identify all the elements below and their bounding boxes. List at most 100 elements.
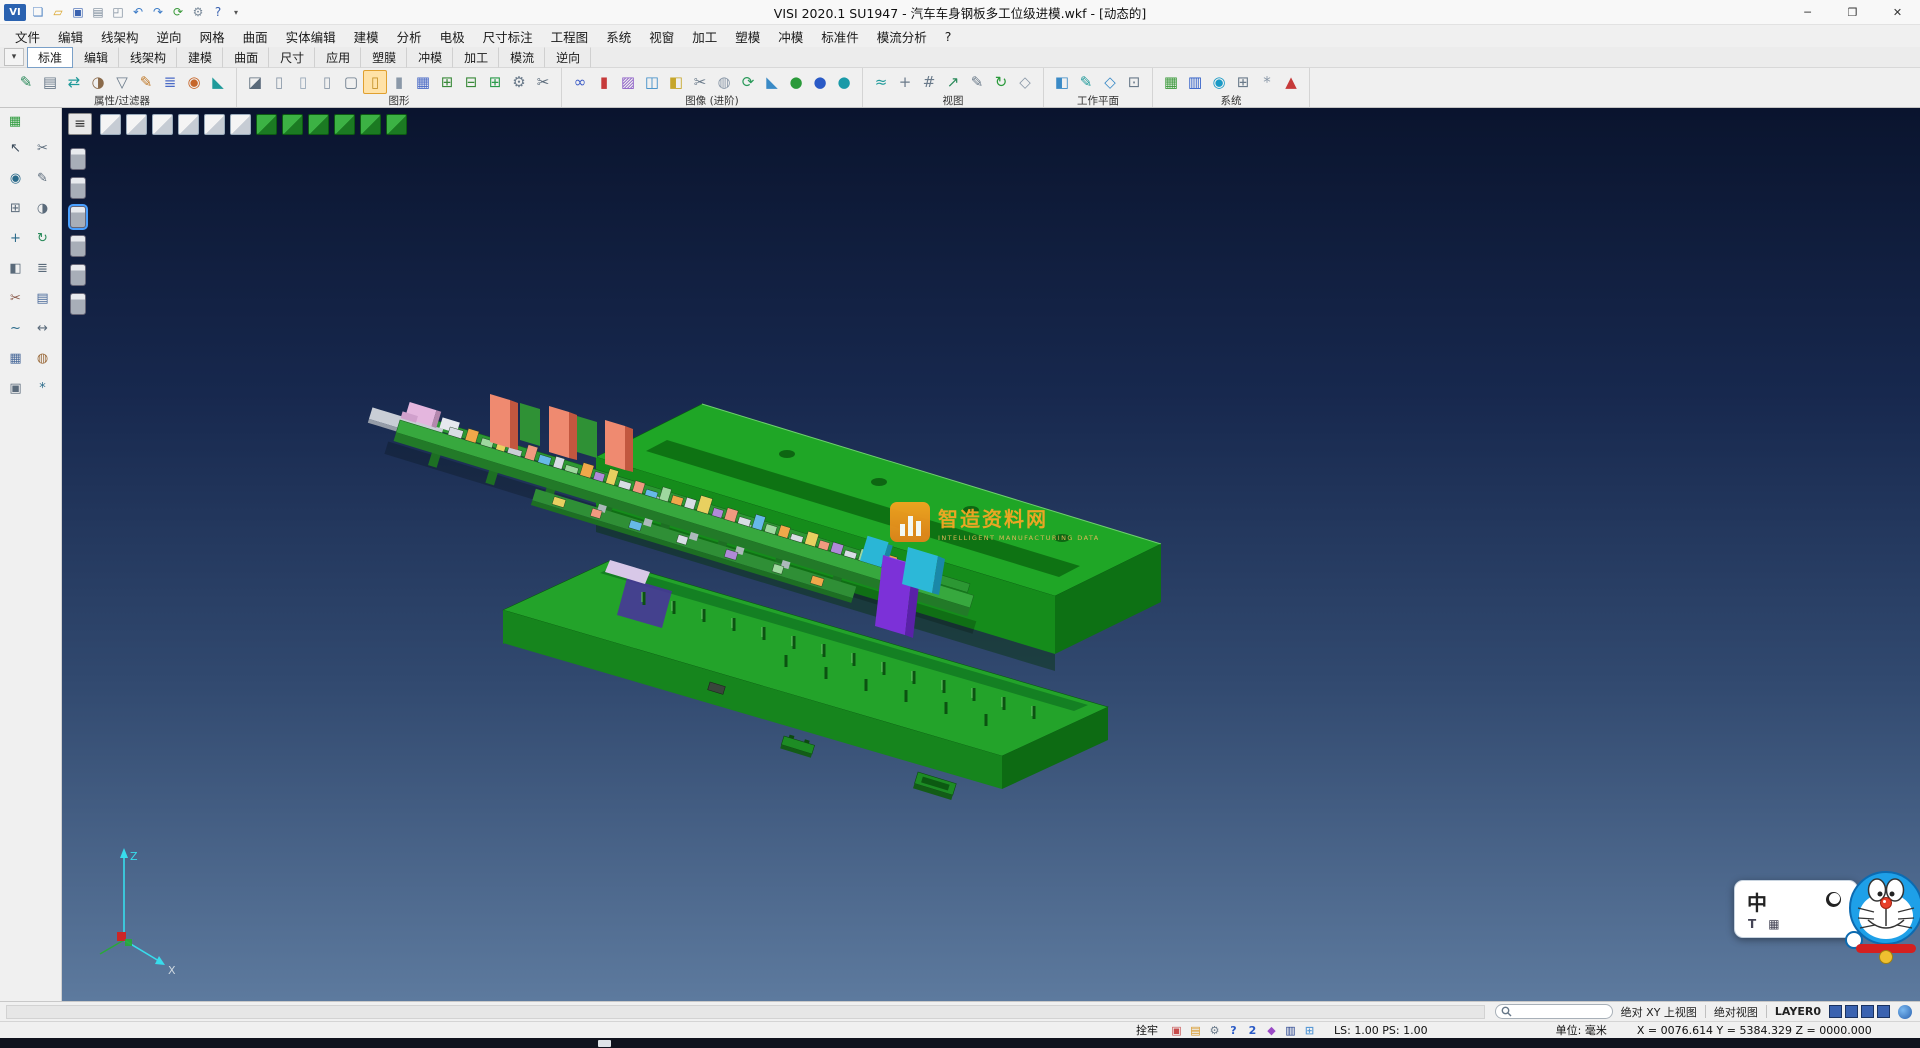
settings-red-icon[interactable]: ▲: [1279, 70, 1303, 94]
menu-item[interactable]: 曲面: [234, 27, 277, 46]
material-shade-icon[interactable]: ▨: [616, 70, 640, 94]
grid-status-icon[interactable]: ⊞: [1301, 1023, 1318, 1038]
menu-item[interactable]: 建模: [345, 27, 388, 46]
monitor-status-icon[interactable]: ▥: [1282, 1023, 1299, 1038]
sphere-blue-icon[interactable]: ●: [808, 70, 832, 94]
image-export-icon[interactable]: ▤: [1187, 1023, 1204, 1038]
view-left-icon[interactable]: [178, 114, 199, 135]
render-transparent-icon[interactable]: [360, 114, 381, 135]
ime-mode-indicator[interactable]: 中: [1747, 887, 1767, 916]
section-cut-icon[interactable]: ✂: [688, 70, 712, 94]
help-icon[interactable]: ?: [208, 3, 228, 21]
sketch-tool-icon[interactable]: ✎: [31, 167, 55, 189]
ribbon-tab[interactable]: 塑膜: [361, 47, 407, 68]
render-shaded-edges-icon[interactable]: [334, 114, 355, 135]
sphere-teal-icon[interactable]: ●: [832, 70, 856, 94]
preview-icon[interactable]: ◰: [108, 3, 128, 21]
filter-icon[interactable]: ▽: [110, 70, 134, 94]
zoom-tool-icon[interactable]: ◉: [4, 167, 28, 189]
ribbon-tab[interactable]: 线架构: [119, 47, 177, 68]
zoom-extents-icon[interactable]: ↗: [941, 70, 965, 94]
render-wireframe-icon[interactable]: [256, 114, 277, 135]
ribbon-tab[interactable]: 逆向: [545, 47, 591, 68]
view-refresh-icon[interactable]: ↻: [989, 70, 1013, 94]
menu-item[interactable]: 网格: [191, 27, 234, 46]
clip-plane-icon-5[interactable]: [70, 264, 86, 286]
layer-remove-icon[interactable]: ⊟: [459, 70, 483, 94]
ribbon-tab[interactable]: 建模: [177, 47, 223, 68]
menu-item[interactable]: 工程图: [542, 27, 598, 46]
rotate-tool-icon[interactable]: ↻: [31, 227, 55, 249]
dimension-tool-icon[interactable]: ↔: [31, 317, 55, 339]
workplane-create-icon[interactable]: ◧: [1050, 70, 1074, 94]
new-file-icon[interactable]: ❏: [28, 3, 48, 21]
monitor-icon[interactable]: ▥: [1183, 70, 1207, 94]
blank-element-icon[interactable]: ▯: [267, 70, 291, 94]
save-icon[interactable]: ▣: [68, 3, 88, 21]
erase-icon[interactable]: ◪: [243, 70, 267, 94]
print-icon[interactable]: ▤: [88, 3, 108, 21]
group-elements-icon[interactable]: ▦: [411, 70, 435, 94]
menu-item[interactable]: 分析: [388, 27, 431, 46]
attribute-copy-icon[interactable]: ▤: [38, 70, 62, 94]
undo-icon[interactable]: ↶: [128, 3, 148, 21]
menu-item[interactable]: 标准件: [812, 27, 868, 46]
ime-moon-icon[interactable]: [1826, 892, 1841, 907]
view-edit-icon[interactable]: ✎: [965, 70, 989, 94]
unblank-element-icon[interactable]: ▯: [291, 70, 315, 94]
select-tool-icon[interactable]: ↖: [4, 137, 28, 159]
menu-item[interactable]: 尺寸标注: [474, 27, 542, 46]
ribbon-tab[interactable]: 标准: [27, 47, 73, 68]
menu-item[interactable]: 线架构: [92, 27, 148, 46]
sphere-green-icon[interactable]: ●: [784, 70, 808, 94]
menu-item[interactable]: 视窗: [640, 27, 683, 46]
snowflake-icon[interactable]: *: [1255, 70, 1279, 94]
pan-view-icon[interactable]: +: [893, 70, 917, 94]
texture-icon[interactable]: ◫: [640, 70, 664, 94]
attribute-swap-icon[interactable]: ⇄: [62, 70, 86, 94]
grid-tool-icon[interactable]: ⊞: [4, 197, 28, 219]
layer-box-icon[interactable]: ⊞: [435, 70, 459, 94]
color-filter-icon[interactable]: ◉: [182, 70, 206, 94]
macro-tool-icon[interactable]: *: [31, 377, 55, 399]
view-top-icon[interactable]: [126, 114, 147, 135]
units-readout[interactable]: 单位: 毫米: [1550, 1022, 1613, 1038]
windows-taskbar[interactable]: [0, 1038, 1920, 1048]
view-back-icon[interactable]: [230, 114, 251, 135]
menu-item[interactable]: 编辑: [49, 27, 92, 46]
minimize-button[interactable]: ─: [1785, 0, 1830, 24]
selection-filter-icon[interactable]: ◣: [206, 70, 230, 94]
grid-table-icon[interactable]: ⊞: [1231, 70, 1255, 94]
qat-more-button[interactable]: ▾: [230, 3, 242, 21]
viewport-menu-icon[interactable]: ≡: [68, 113, 92, 135]
maximize-button[interactable]: ❐: [1830, 0, 1875, 24]
mirror-tool-icon[interactable]: ◧: [4, 257, 28, 279]
transparency-icon[interactable]: ◍: [712, 70, 736, 94]
status-search-box[interactable]: [1495, 1004, 1613, 1019]
clip-plane-icon-4[interactable]: [70, 235, 86, 257]
filter-edit-icon[interactable]: ✎: [134, 70, 158, 94]
settings-icon[interactable]: ⚙: [188, 3, 208, 21]
magnet-snap-icon[interactable]: ◑: [86, 70, 110, 94]
palette-status-icon[interactable]: ◆: [1263, 1023, 1280, 1038]
ribbon-tab[interactable]: 冲模: [407, 47, 453, 68]
curve-tool-icon[interactable]: ~: [4, 317, 28, 339]
menu-item[interactable]: 逆向: [148, 27, 191, 46]
layer-list-icon[interactable]: ≣: [158, 70, 182, 94]
menu-item[interactable]: 系统: [597, 27, 640, 46]
render-shaded-icon[interactable]: [308, 114, 329, 135]
view-mode-label[interactable]: 绝对 XY 上视图: [1621, 1004, 1697, 1020]
gear-tools-icon[interactable]: ⚙: [507, 70, 531, 94]
palette-tool-icon[interactable]: ◍: [31, 347, 55, 369]
cut-tools-icon[interactable]: ✂: [531, 70, 555, 94]
trim-tool-icon[interactable]: ✂: [31, 137, 55, 159]
render-solid-icon[interactable]: [386, 114, 407, 135]
lock-toggle[interactable]: 拴牢: [1130, 1022, 1164, 1038]
tab-overflow-button[interactable]: ▾: [4, 48, 24, 66]
two-view-icon[interactable]: 2: [1244, 1023, 1261, 1038]
menu-item[interactable]: 加工: [683, 27, 726, 46]
ribbon-tab[interactable]: 尺寸: [269, 47, 315, 68]
clip-plane-icon-1[interactable]: [70, 148, 86, 170]
workplane-view-icon[interactable]: ⊡: [1122, 70, 1146, 94]
stamp-tool-icon[interactable]: ▣: [4, 377, 28, 399]
